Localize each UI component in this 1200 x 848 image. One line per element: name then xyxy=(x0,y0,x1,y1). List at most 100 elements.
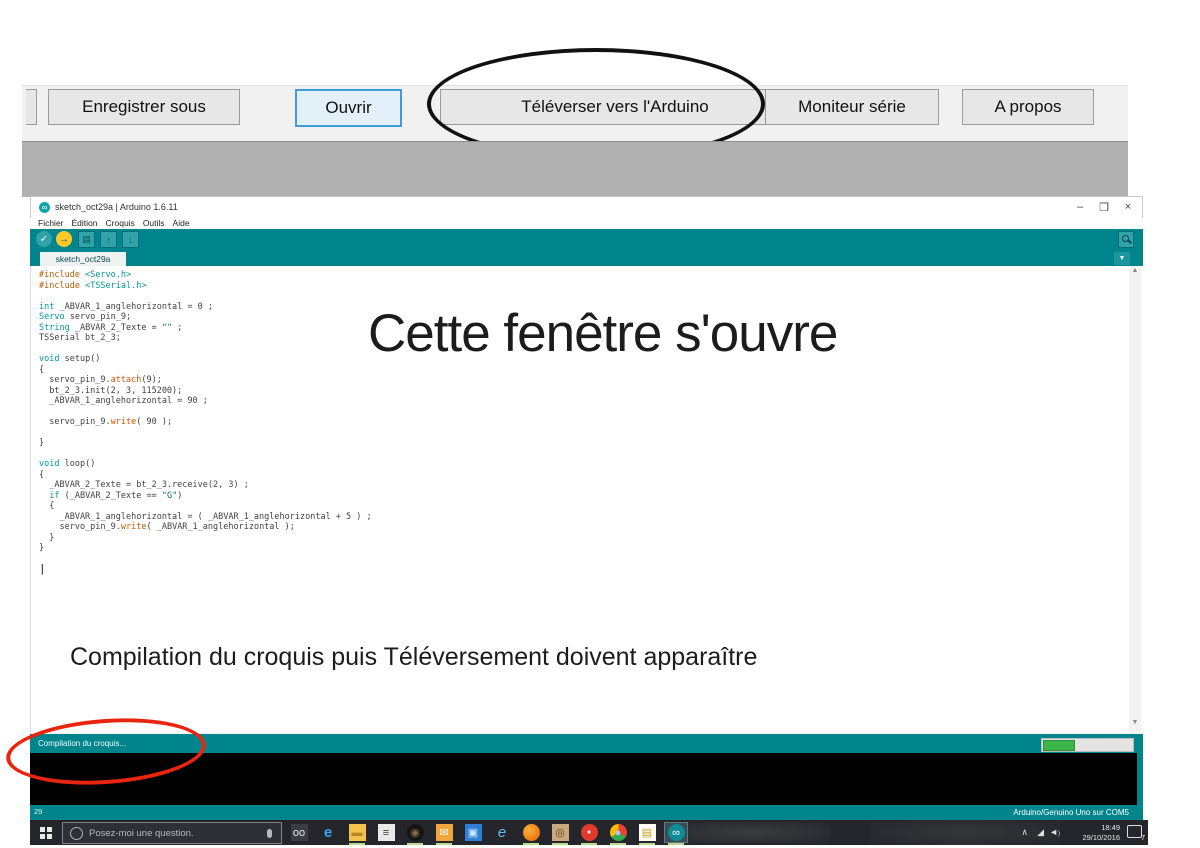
new-sketch-icon[interactable]: ▤ xyxy=(78,231,95,248)
serial-monitor-icon[interactable] xyxy=(1118,231,1134,248)
document-app-icon: ▤ xyxy=(639,824,656,841)
tutorial-caption: Compilation du croquis puis Téléversemen… xyxy=(70,643,757,672)
scroll-up-icon[interactable]: ▲ xyxy=(1129,267,1141,274)
clock[interactable]: 18:49 29/10/2016 xyxy=(1082,823,1120,842)
top-button-a-propos[interactable]: A propos xyxy=(962,89,1094,125)
speaker-icon[interactable]: ◄) xyxy=(1049,827,1060,837)
tutorial-overlay-title: Cette fenêtre s'ouvre xyxy=(368,303,837,364)
network-icon[interactable]: ◢ xyxy=(1037,827,1044,838)
code-line xyxy=(39,291,372,302)
firefox-icon xyxy=(523,824,540,841)
edge-icon[interactable]: e xyxy=(317,823,339,842)
code-line: _ABVAR_2_Texte = bt_2_3.receive(2, 3) ; xyxy=(39,480,372,491)
verify-icon[interactable]: ✓ xyxy=(36,231,52,247)
action-center-icon[interactable]: 7 xyxy=(1127,825,1142,838)
restore-button[interactable]: ❐ xyxy=(1096,201,1112,214)
vertical-scrollbar[interactable]: ▲ ▼ xyxy=(1129,266,1141,732)
code-line: _ABVAR_1_anglehorizontal = 90 ; xyxy=(39,396,372,407)
top-toolbar: Enregistrer sousOuvrirTéléverser vers l'… xyxy=(22,85,1128,141)
console-output xyxy=(30,753,1143,805)
magnifier-icon xyxy=(1122,235,1129,242)
start-button[interactable] xyxy=(38,825,54,841)
internet-explorer-icon[interactable]: e xyxy=(491,823,513,842)
cortana-search-input[interactable]: Posez-moi une question. xyxy=(62,822,282,844)
open-icon[interactable]: ↑ xyxy=(100,231,117,248)
progress-fill xyxy=(1043,740,1075,751)
microphone-icon[interactable] xyxy=(267,829,272,838)
clock-time: 18:49 xyxy=(1082,823,1120,833)
line-number-indicator: 29 xyxy=(34,807,42,816)
code-line: servo_pin_9.attach(9); xyxy=(39,375,372,386)
code-line: _ABVAR_1_anglehorizontal = ( _ABVAR_1_an… xyxy=(39,512,372,523)
menu-dition[interactable]: Édition xyxy=(72,218,98,228)
search-placeholder: Posez-moi une question. xyxy=(89,828,267,839)
firefox-icon[interactable] xyxy=(520,823,542,842)
tab-sketch[interactable]: sketch_oct29a xyxy=(40,252,126,266)
code-line xyxy=(39,428,372,439)
close-button[interactable]: × xyxy=(1120,201,1136,213)
menu-fichier[interactable]: Fichier xyxy=(38,218,64,228)
code-line xyxy=(39,344,372,355)
hidden-icons-chevron-icon[interactable]: ∧ xyxy=(1021,827,1028,838)
clock-date: 29/10/2016 xyxy=(1082,833,1120,843)
cortana-icon xyxy=(70,827,83,840)
ide-footer: 29 Arduino/Genuino Uno sur COM5 xyxy=(30,805,1143,820)
tab-menu-icon[interactable]: ▼ xyxy=(1114,252,1130,265)
taskbar-background-art xyxy=(870,820,1060,845)
map-pin-icon: ● xyxy=(581,824,598,841)
top-button-ouvrir[interactable]: Ouvrir xyxy=(295,89,402,127)
photos-icon: ▣ xyxy=(465,824,482,841)
code-line: | xyxy=(39,564,372,576)
tutorial-page: Enregistrer sousOuvrirTéléverser vers l'… xyxy=(0,0,1200,848)
upload-progress-bar xyxy=(1041,738,1134,752)
code-line xyxy=(39,407,372,418)
code-line xyxy=(39,449,372,460)
code-line: #include <TSSerial.h> xyxy=(39,281,372,292)
mail-icon[interactable]: ✉ xyxy=(433,823,455,842)
arduino-ide-window: ∞ sketch_oct29a | Arduino 1.6.11 – ❐ × F… xyxy=(30,196,1143,820)
map-pin-icon[interactable]: ● xyxy=(578,823,600,842)
camera-lens-icon: ◉ xyxy=(407,824,424,841)
code-line xyxy=(39,554,372,565)
code-line: } xyxy=(39,543,372,554)
board-port-status: Arduino/Genuino Uno sur COM5 xyxy=(1013,808,1129,817)
code-line: } xyxy=(39,438,372,449)
arduino-icon[interactable]: ∞ xyxy=(665,823,687,842)
windows-logo-icon xyxy=(40,827,45,832)
upload-icon[interactable]: → xyxy=(56,231,72,247)
menu-outils[interactable]: Outils xyxy=(143,218,165,228)
clipboard-icon[interactable]: ≡ xyxy=(375,823,397,842)
minimize-button[interactable]: – xyxy=(1072,201,1088,213)
document-app-icon[interactable]: ▤ xyxy=(636,823,658,842)
window-title-bar: ∞ sketch_oct29a | Arduino 1.6.11 – ❐ × xyxy=(30,196,1143,218)
arduino-icon: ∞ xyxy=(668,824,685,841)
code-text: #include <Servo.h>#include <TSSerial.h> … xyxy=(39,270,372,576)
menu-croquis[interactable]: Croquis xyxy=(106,218,135,228)
tab-bar: sketch_oct29a ▼ xyxy=(30,251,1143,266)
menu-aide[interactable]: Aide xyxy=(173,218,190,228)
file-explorer-icon[interactable]: ▬ xyxy=(346,823,368,842)
code-line: int _ABVAR_1_anglehorizontal = 0 ; xyxy=(39,302,372,313)
photos-icon[interactable]: ▣ xyxy=(462,823,484,842)
camera-lens-icon[interactable]: ◉ xyxy=(404,823,426,842)
edge-icon: e xyxy=(320,824,337,841)
code-line: String _ABVAR_2_Texte = "" ; xyxy=(39,323,372,334)
code-line: } xyxy=(39,533,372,544)
code-line: void loop() xyxy=(39,459,372,470)
scroll-down-icon[interactable]: ▼ xyxy=(1129,719,1141,726)
mail-icon: ✉ xyxy=(436,824,453,841)
code-line: { xyxy=(39,501,372,512)
code-line: void setup() xyxy=(39,354,372,365)
save-icon[interactable]: ↓ xyxy=(122,231,139,248)
windows-taskbar: Posez-moi une question. ooe▬≡◉✉▣e◎●●▤∞ ∧… xyxy=(30,820,1148,845)
chrome-icon[interactable]: ● xyxy=(607,823,629,842)
internet-explorer-icon: e xyxy=(494,824,511,841)
utility-app-icon[interactable]: ◎ xyxy=(549,823,571,842)
headset-icon[interactable]: oo xyxy=(288,823,310,842)
code-line: TSSerial bt_2_3; xyxy=(39,333,372,344)
top-button-enregistrer-sous[interactable]: Enregistrer sous xyxy=(48,89,240,125)
utility-app-icon: ◎ xyxy=(552,824,569,841)
clipboard-icon: ≡ xyxy=(378,824,395,841)
window-title: sketch_oct29a | Arduino 1.6.11 xyxy=(55,202,178,212)
top-button-moniteur-s-rie[interactable]: Moniteur série xyxy=(765,89,939,125)
